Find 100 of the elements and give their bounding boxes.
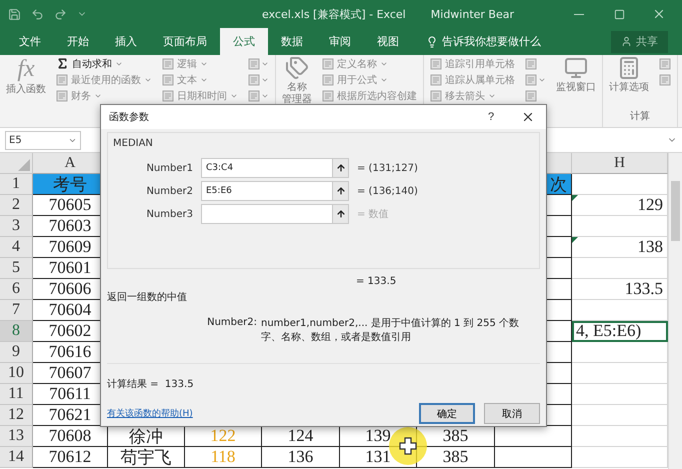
arrow-up-icon — [336, 186, 346, 196]
help-button[interactable]: ? — [476, 110, 506, 124]
ok-button[interactable]: 确定 — [419, 403, 475, 424]
maximize-icon — [614, 8, 624, 20]
argument-value: = 数值 — [357, 208, 390, 221]
ribbon-large-button[interactable]: 名称 管理器 — [280, 56, 314, 110]
cursor-highlight-drawing — [388, 426, 428, 466]
table-cell: 70608 — [33, 426, 108, 447]
ribbon-tab[interactable]: 页面布局 — [150, 28, 220, 55]
scrollbar-thumb[interactable] — [671, 181, 680, 241]
calculator-icon — [617, 56, 641, 80]
ribbon-tab[interactable]: 插入 — [102, 28, 150, 55]
select-all-corner[interactable] — [0, 153, 33, 174]
close-icon — [652, 7, 666, 21]
group-label: 计算 — [629, 110, 651, 124]
input-field[interactable]: E5:E6 — [201, 181, 333, 201]
function-icon — [248, 90, 260, 102]
table-cell: 徐冲 — [108, 426, 185, 447]
function-icon — [162, 90, 174, 102]
monitor-icon — [564, 56, 588, 80]
name-box[interactable]: E5 — [5, 130, 81, 150]
arrow-up-icon — [336, 163, 346, 173]
row-header[interactable]: 7 — [0, 300, 33, 321]
row-header[interactable]: 9 — [0, 342, 33, 363]
ribbon-tab[interactable]: 文件 — [6, 28, 54, 55]
argument-label: Number3 — [145, 208, 193, 220]
function-glyph: fx — [17, 56, 35, 82]
function-icon — [525, 90, 537, 102]
share-button[interactable]: 共享 — [611, 30, 668, 52]
row-header[interactable]: 10 — [0, 363, 33, 384]
row-header[interactable]: 6 — [0, 279, 33, 300]
ribbon-icon-button[interactable] — [657, 56, 673, 71]
user-name: Midwinter Bear — [430, 8, 514, 20]
sigma-icon — [56, 57, 69, 70]
argument-help-label: Number2: — [206, 317, 257, 330]
function-icon — [248, 58, 260, 70]
ribbon-large-button[interactable]: 监视窗口 — [554, 56, 598, 110]
collapse-dialog-button[interactable] — [333, 158, 349, 178]
dialog-title: 函数参数 — [109, 110, 150, 124]
function-icon — [322, 58, 334, 70]
formula-result: = 133.5 — [356, 276, 398, 287]
ribbon-tab[interactable]: 视图 — [364, 28, 412, 55]
arrow-up-icon — [336, 209, 346, 219]
row-header[interactable]: 4 — [0, 237, 33, 258]
function-icon — [659, 58, 671, 70]
row-header[interactable]: 11 — [0, 384, 33, 405]
calculation-result: 计算结果 = 133.5 — [107, 378, 195, 391]
table-cell: 4, E5:E6) — [572, 321, 668, 342]
table-cell: 129 — [572, 195, 668, 216]
scrollbar[interactable] — [668, 153, 682, 469]
function-icon — [162, 74, 174, 86]
collapse-dialog-button[interactable] — [333, 181, 349, 201]
function-description: 返回一组数的中值 — [107, 290, 188, 304]
table-cell: 70612 — [33, 447, 108, 468]
argument-value: = (136;140) — [357, 186, 419, 196]
function-icon — [525, 58, 537, 70]
column-header[interactable]: H — [572, 153, 668, 174]
cancel-button[interactable]: 取消 — [484, 403, 540, 424]
function-icon — [56, 74, 68, 86]
ribbon-tab[interactable]: 审阅 — [316, 28, 364, 55]
row-header[interactable]: 14 — [0, 447, 33, 468]
row-header[interactable]: 3 — [0, 216, 33, 237]
row-header[interactable]: 12 — [0, 405, 33, 426]
row-header[interactable]: 8 — [0, 321, 33, 342]
row-header[interactable]: 5 — [0, 258, 33, 279]
window-title: excel.xls [兼容模式] - Excel — [261, 6, 407, 22]
function-icon — [430, 74, 442, 86]
undo-icon[interactable] — [31, 8, 44, 20]
ribbon-large-button[interactable]: 计算选项 — [607, 56, 651, 110]
row-header[interactable]: 2 — [0, 195, 33, 216]
table-cell: 苟宇飞 — [108, 447, 185, 468]
table-cell: 118 — [185, 447, 262, 468]
ribbon-button[interactable]: 自动求和 — [54, 56, 154, 71]
ribbon-tab[interactable]: 公式 — [220, 28, 268, 55]
ribbon-tab[interactable]: 开始 — [54, 28, 102, 55]
collapse-dialog-button[interactable] — [333, 204, 349, 224]
argument-label: Number1 — [145, 162, 193, 174]
redo-icon[interactable] — [54, 8, 67, 20]
ribbon-tab[interactable]: 数据 — [268, 28, 316, 55]
function-icon — [56, 90, 68, 102]
function-icon — [322, 90, 334, 102]
input-field[interactable] — [201, 204, 333, 224]
argument-value: = (131;127) — [357, 162, 419, 174]
ribbon-large-button[interactable]: fx 插入函数 — [4, 56, 48, 110]
save-icon[interactable] — [8, 8, 21, 20]
argument-help-text: number1,number2,... 是用于中值计算的 1 到 255 个数字、名称、数组，或者是数值引用 — [261, 317, 520, 345]
function-icon — [248, 74, 260, 86]
function-name: MEDIAN — [113, 138, 153, 149]
help-link[interactable]: 有关该函数的帮助(H) — [107, 407, 410, 420]
ribbon-icon-button[interactable] — [657, 72, 673, 87]
row-header[interactable]: 13 — [0, 426, 33, 447]
function-icon — [659, 74, 671, 86]
input-field[interactable]: C3:C4 — [201, 158, 333, 178]
row-header[interactable]: 1 — [0, 174, 33, 195]
function-icon — [525, 74, 537, 86]
function-icon — [430, 90, 442, 102]
function-icon — [322, 74, 334, 86]
name-tag-icon — [285, 56, 309, 80]
function-icon — [430, 58, 442, 70]
tell-me-search[interactable]: 告诉我你想要做什么 — [420, 28, 547, 55]
